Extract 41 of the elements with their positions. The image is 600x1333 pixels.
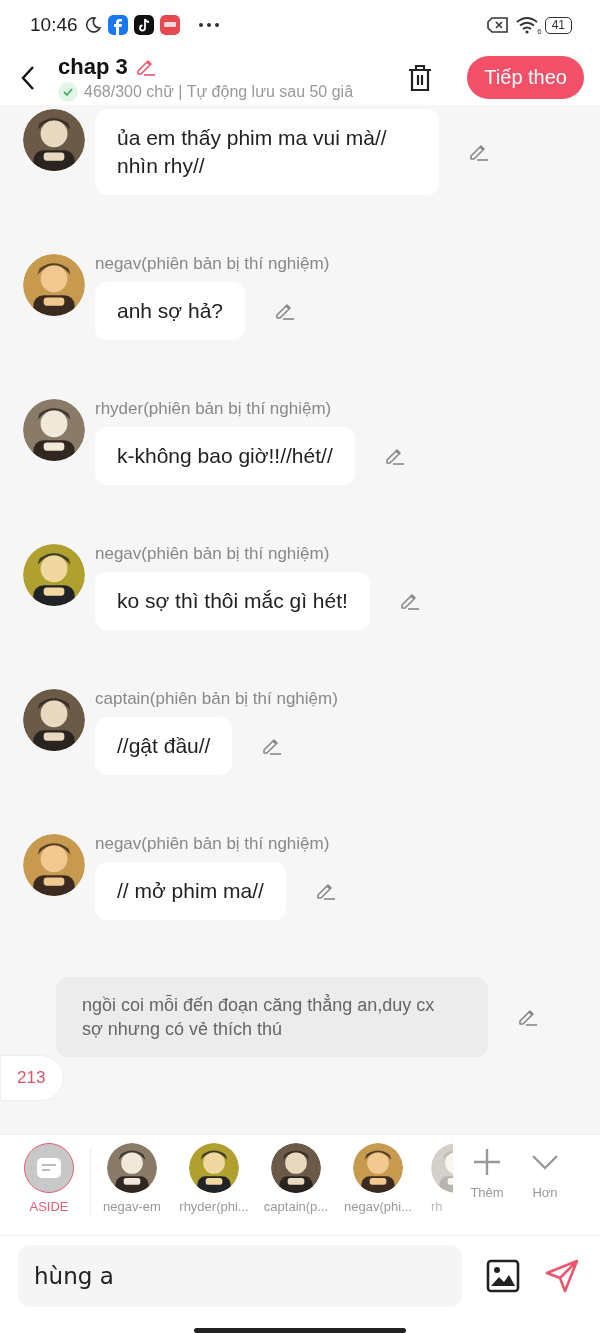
character-name: rhyder(phiên bản bị thí nghiệm) <box>95 399 333 419</box>
moon-icon <box>83 16 102 34</box>
app-icon <box>159 15 180 35</box>
message-bubble[interactable]: k-không bao giờ!!//hét// <box>95 427 355 485</box>
message-bubble[interactable]: // mở phim ma// <box>95 862 286 920</box>
word-count-status: 468/300 chữ | Tự động lưu sau 50 giâ <box>84 82 354 101</box>
next-button[interactable]: Tiếp theo <box>467 56 584 99</box>
send-icon[interactable] <box>544 1258 580 1294</box>
note-icon <box>37 1158 61 1178</box>
character-name: captain(phiên bản bị thí nghiệm) <box>95 689 338 709</box>
no-sim-icon <box>486 17 509 33</box>
chapter-title: chap 3 <box>58 53 128 80</box>
character-name: negav(phiên bản bị thí nghiệm) <box>95 544 331 564</box>
clock: 10:46 <box>30 14 78 36</box>
character-option[interactable]: captain(p... <box>255 1143 337 1221</box>
character-option[interactable]: negav-em <box>91 1143 173 1221</box>
aside-bubble[interactable]: ngồi coi mỗi đến đoạn căng thẳng an,duy cx sợ nhưng có vẻ thích thú <box>56 977 488 1057</box>
trash-icon[interactable] <box>407 63 434 92</box>
facebook-icon <box>107 15 128 35</box>
message-input[interactable]: hùng a <box>18 1245 462 1307</box>
more-button[interactable]: Hơn <box>516 1143 574 1200</box>
character-option[interactable]: negav(phi... <box>337 1143 419 1221</box>
character-name: negav(phiên bản bị thí nghiệm) <box>95 834 331 854</box>
plus-icon <box>472 1147 502 1177</box>
wifi-icon <box>514 16 539 34</box>
character-option[interactable]: rhyder(phi... <box>173 1143 255 1221</box>
battery-level: 41 <box>544 16 572 34</box>
character-name: negav(phiên bản bị thí nghiệm) <box>95 254 330 274</box>
tiktok-icon <box>133 15 154 35</box>
message-bubble[interactable]: ủa em thấy phim ma vui mà// nhìn rhy// <box>95 109 439 195</box>
count-badge: 213 <box>0 1055 65 1101</box>
add-button[interactable]: Thêm <box>458 1143 516 1200</box>
image-icon[interactable] <box>486 1259 520 1293</box>
character-option[interactable]: rh <box>419 1143 453 1221</box>
wifi-label: 6 <box>537 27 542 36</box>
message-bubble[interactable]: //gật đầu// <box>95 717 233 775</box>
message-bubble[interactable]: anh sợ hả? <box>95 282 245 340</box>
message-bubble[interactable]: ko sợ thì thôi mắc gì hét! <box>95 572 370 630</box>
back-icon[interactable] <box>20 64 36 91</box>
more-icon <box>197 22 220 28</box>
aside-option[interactable]: ASIDE <box>8 1143 90 1221</box>
